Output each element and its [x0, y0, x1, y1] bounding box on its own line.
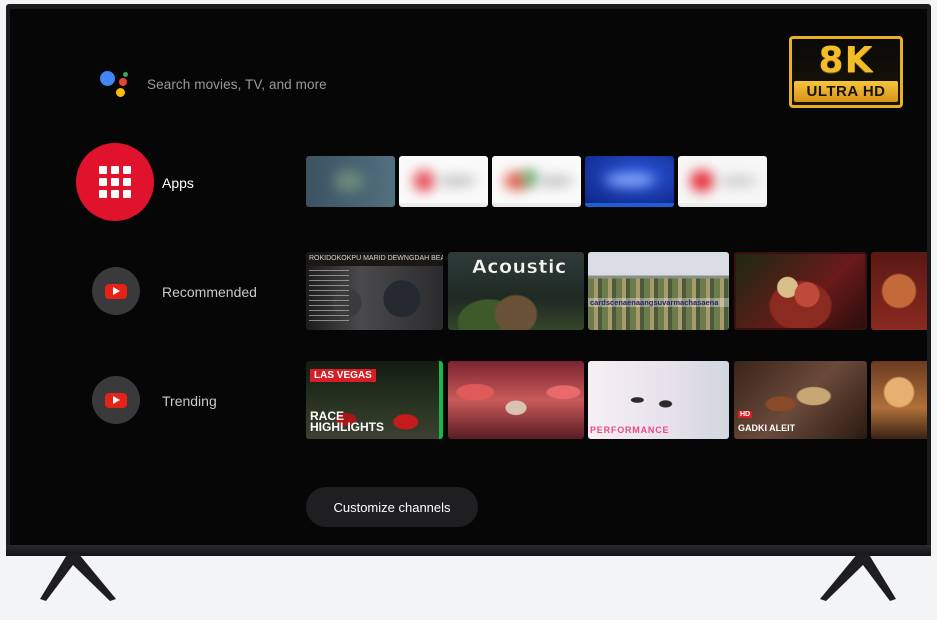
badge-resolution: 8K [818, 40, 874, 81]
video-thumbnail[interactable] [871, 361, 927, 439]
app-tile[interactable] [399, 156, 488, 207]
tv-stand-left [38, 553, 118, 603]
google-assistant-icon[interactable] [98, 67, 132, 101]
thumbnail-title: GADKI ALEIT [738, 423, 796, 433]
video-thumbnail[interactable]: HD GADKI ALEIT [734, 361, 867, 439]
thumbnail-title: Acoustic [472, 256, 567, 279]
rail-label-recommended: Recommended [162, 284, 257, 300]
tv-bottom-edge [6, 545, 931, 556]
recommended-channel-button[interactable] [92, 267, 140, 315]
video-thumbnail[interactable]: PERFORMANCE [588, 361, 729, 439]
trending-channel-button[interactable] [92, 376, 140, 424]
search-input[interactable]: Search movies, TV, and more [147, 77, 327, 92]
video-thumbnail[interactable] [734, 252, 867, 330]
thumbnail-title-line2: HIGHLIGHTS [310, 420, 384, 434]
app-tile[interactable] [678, 156, 767, 207]
thumbnail-text-column [309, 270, 349, 324]
app-tile[interactable] [492, 156, 581, 207]
app-tile[interactable] [585, 156, 674, 207]
badge-label: ULTRA HD [794, 81, 898, 102]
app-tile[interactable] [306, 156, 395, 207]
youtube-icon [105, 283, 127, 299]
apps-grid-icon [99, 166, 131, 198]
video-thumbnail[interactable]: Acoustic [448, 252, 584, 330]
video-thumbnail[interactable]: cardscenaenaangsuvarmachasaena [588, 252, 729, 330]
customize-channels-button[interactable]: Customize channels [306, 487, 478, 527]
assistant-dot-red [119, 78, 127, 86]
assistant-dot-yellow [116, 88, 125, 97]
video-thumbnail[interactable] [448, 361, 584, 439]
apps-button[interactable] [76, 143, 154, 221]
thumbnail-tag: LAS VEGAS [310, 369, 376, 382]
thumbnail-caption: cardscenaenaangsuvarmachasaena [588, 298, 729, 307]
thumbnail-overlay-text: ROKIDOKOKPU MARID DEWNGDAH BEAN [306, 252, 443, 266]
rail-label-apps: Apps [162, 175, 194, 191]
thumbnail-tag: HD [738, 411, 753, 418]
thumbnail-title: PERFORMANCE [590, 425, 670, 435]
tv-stand-right [818, 553, 898, 603]
video-thumbnail[interactable]: ROKIDOKOKPU MARID DEWNGDAH BEAN [306, 252, 443, 330]
tv-screen: Search movies, TV, and more 8K ULTRA HD … [10, 9, 927, 545]
8k-ultra-hd-badge: 8K ULTRA HD [789, 36, 903, 108]
video-thumbnail[interactable] [871, 252, 927, 330]
youtube-icon [105, 392, 127, 408]
assistant-dot-green [123, 72, 128, 77]
video-thumbnail[interactable]: LAS VEGAS RACE HIGHLIGHTS [306, 361, 443, 439]
rail-label-trending: Trending [162, 393, 217, 409]
assistant-dot-blue [100, 71, 115, 86]
